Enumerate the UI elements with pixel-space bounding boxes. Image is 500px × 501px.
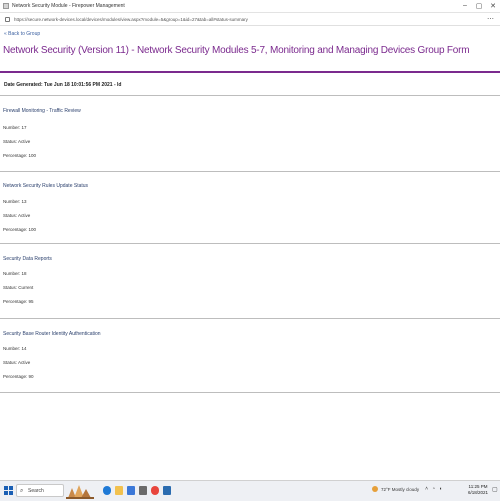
page-content: « Back to Group Network Security (Versio…: [0, 26, 500, 59]
module-block: Security Data Reports Number: 18 Status:…: [0, 244, 500, 319]
search-highlight-icon[interactable]: [66, 483, 94, 499]
taskbar-clock[interactable]: 11:25 PM 6/18/2021: [466, 484, 490, 496]
module-status: Status: Active: [3, 213, 31, 218]
volume-icon[interactable]: ◖: [439, 486, 442, 492]
windows-logo-tile: [9, 486, 13, 490]
system-tray: 72°F Mostly cloudy ˄ ◔ ◖: [372, 486, 446, 492]
chrome-icon[interactable]: [151, 486, 159, 495]
window-controls: – ▢ ✕: [458, 2, 500, 10]
module-name: Firewall Monitoring - Traffic Review: [3, 108, 81, 114]
module-block: Security Base Router Identity Authentica…: [0, 319, 500, 393]
module-name: Network Security Rules Update Status: [3, 183, 89, 189]
module-status: Status: Active: [3, 139, 31, 144]
module-status: Status: Current: [3, 285, 34, 290]
url-text[interactable]: https://secure.network-devices.local/dev…: [14, 17, 248, 22]
network-icon[interactable]: ◔: [432, 486, 435, 492]
word-icon[interactable]: [163, 486, 171, 495]
module-name: Security Base Router Identity Authentica…: [3, 331, 101, 337]
mail-icon[interactable]: [127, 486, 135, 495]
file-explorer-icon[interactable]: [115, 486, 123, 495]
weather-icon[interactable]: [372, 486, 378, 492]
minimize-button[interactable]: –: [458, 2, 472, 10]
date-generated-row: Date Generated: Tue Jun 18 10:01:56 PM 2…: [0, 73, 500, 96]
windows-logo-tile: [4, 486, 8, 490]
back-link[interactable]: « Back to Group: [4, 31, 500, 39]
weather-text[interactable]: 72°F Mostly cloudy: [381, 487, 419, 492]
module-percentage: Percentage: 95: [3, 299, 34, 304]
windows-logo-tile: [9, 491, 13, 495]
close-button[interactable]: ✕: [486, 2, 500, 10]
module-number: Number: 17: [3, 125, 27, 130]
address-bar[interactable]: https://secure.network-devices.local/dev…: [0, 13, 500, 26]
module-block: Firewall Monitoring - Traffic Review Num…: [0, 96, 500, 172]
notification-icon[interactable]: ▢: [492, 486, 498, 493]
store-icon[interactable]: [139, 486, 147, 495]
app-icon: [3, 3, 9, 9]
module-status: Status: Active: [3, 360, 31, 365]
module-percentage: Percentage: 100: [3, 153, 37, 158]
lock-icon: [5, 16, 10, 22]
start-button[interactable]: [4, 486, 13, 495]
search-label: Search: [28, 488, 44, 494]
module-number: Number: 18: [3, 271, 27, 276]
module-percentage: Percentage: 100: [3, 227, 37, 232]
page-title: Network Security (Version 11) - Network …: [3, 45, 470, 56]
module-number: Number: 14: [3, 346, 27, 351]
more-menu-icon[interactable]: ⋯: [487, 15, 494, 23]
date-generated-text: Date Generated: Tue Jun 18 10:01:56 PM 2…: [4, 82, 122, 88]
windows-logo-tile: [4, 491, 8, 495]
chevron-up-icon[interactable]: ˄: [425, 486, 428, 492]
window-title: Network Security Module - Firepower Mana…: [12, 3, 125, 9]
module-percentage: Percentage: 90: [3, 374, 34, 379]
maximize-button[interactable]: ▢: [472, 2, 486, 10]
taskbar-search-box[interactable]: ⌕ Search: [16, 484, 64, 497]
search-icon: ⌕: [20, 488, 24, 494]
window-titlebar: Network Security Module - Firepower Mana…: [0, 0, 500, 13]
module-number: Number: 13: [3, 199, 27, 204]
taskbar: ⌕ Search 72°F Mostly cloudy ˄ ◔ ◖ 11:25 …: [0, 480, 500, 501]
clock-date: 6/18/2021: [467, 490, 489, 495]
edge-browser-icon[interactable]: [103, 486, 111, 495]
module-block: Network Security Rules Update Status Num…: [0, 172, 500, 244]
module-name: Security Data Reports: [3, 256, 52, 262]
